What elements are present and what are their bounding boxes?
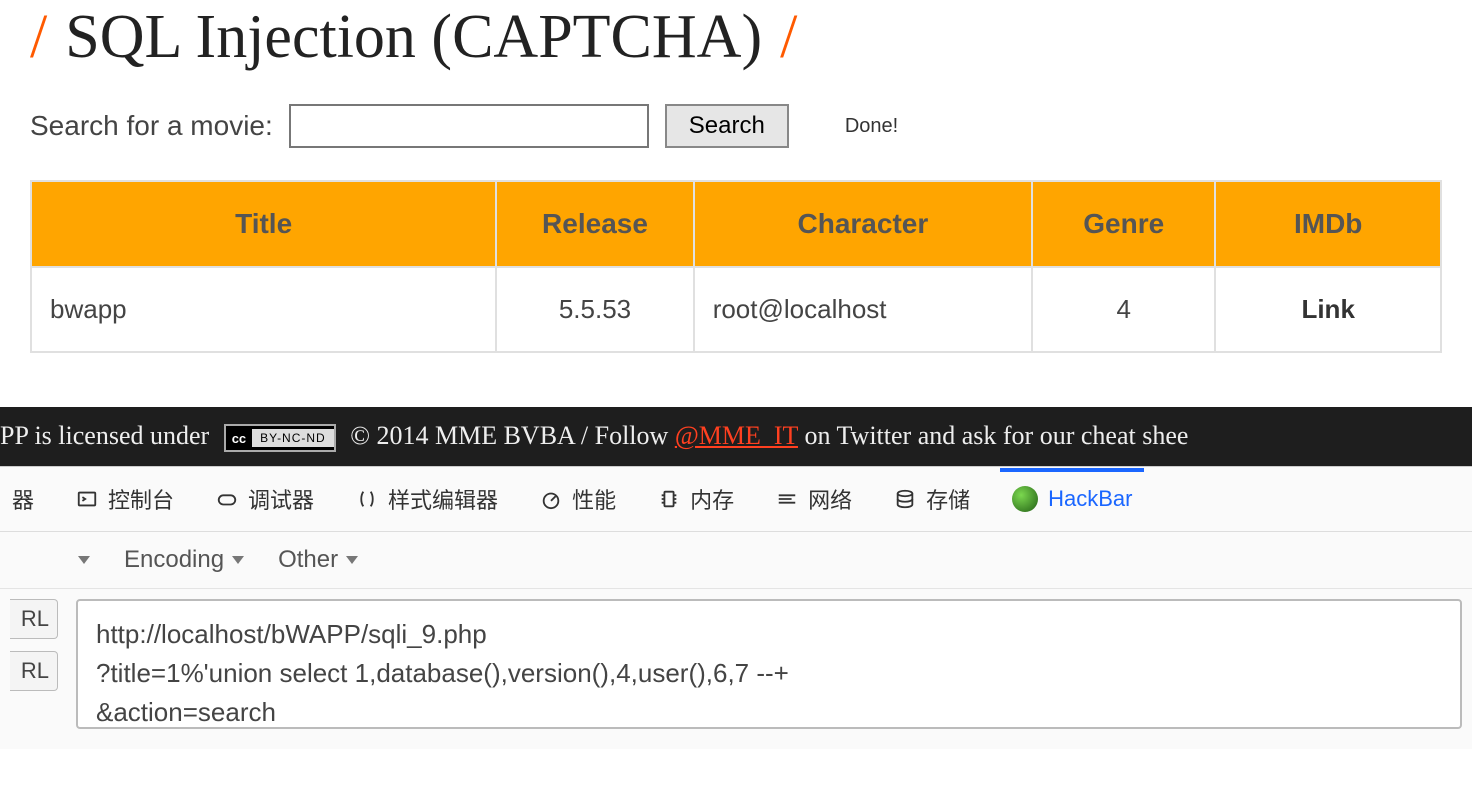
devtools-tabs: 器 控制台 调试器 样式编辑器 性能 内存 网络 存储 [0, 467, 1472, 532]
tab-debugger-label: 调试器 [248, 483, 314, 515]
tab-style-editor-label: 样式编辑器 [388, 483, 498, 515]
col-imdb: IMDb [1215, 181, 1441, 267]
cell-title: bwapp [31, 267, 496, 352]
title-slash-right: / [780, 6, 797, 68]
hackbar-subbar: Encoding Other [0, 532, 1472, 589]
network-icon [776, 488, 798, 510]
tab-inspector-label: 器 [12, 483, 34, 515]
tab-performance[interactable]: 性能 [534, 477, 622, 521]
tab-hackbar-label: HackBar [1048, 486, 1132, 512]
tab-hackbar[interactable]: HackBar [1006, 480, 1138, 518]
url-side-buttons: RL RL [10, 599, 58, 729]
dropdown-other[interactable]: Other [278, 546, 358, 574]
hackbar-icon [1012, 486, 1038, 512]
status-text: Done! [845, 115, 898, 138]
cell-character: root@localhost [694, 267, 1032, 352]
url-button-2[interactable]: RL [10, 651, 58, 691]
tab-inspector-frag[interactable]: 器 [6, 477, 40, 521]
col-title: Title [31, 181, 496, 267]
footer-suffix: on Twitter and ask for our cheat shee [804, 421, 1188, 450]
dropdown-first-frag[interactable] [70, 556, 90, 564]
url-textarea[interactable] [76, 599, 1462, 729]
tab-debugger[interactable]: 调试器 [210, 477, 320, 521]
console-icon [76, 488, 98, 510]
table-row: bwapp 5.5.53 root@localhost 4 Link [31, 267, 1441, 352]
search-label: Search for a movie: [30, 110, 273, 142]
table-header-row: Title Release Character Genre IMDb [31, 181, 1441, 267]
results-table: Title Release Character Genre IMDb bwapp… [30, 180, 1442, 353]
page-title: SQL Injection (CAPTCHA) [65, 0, 762, 74]
footer-prefix: PP is licensed under [0, 421, 209, 450]
url-button-1[interactable]: RL [10, 599, 58, 639]
tab-storage-label: 存储 [926, 483, 970, 515]
search-input[interactable] [289, 104, 649, 148]
footer-twitter-handle[interactable]: @MME_IT [675, 421, 798, 450]
devtools-panel: 器 控制台 调试器 样式编辑器 性能 内存 网络 存储 [0, 466, 1472, 749]
dropdown-other-label: Other [278, 546, 338, 574]
style-editor-icon [356, 488, 378, 510]
tab-storage[interactable]: 存储 [888, 477, 976, 521]
search-button[interactable]: Search [665, 104, 789, 148]
title-slash-left: / [30, 6, 47, 68]
tab-memory[interactable]: 内存 [652, 477, 740, 521]
memory-icon [658, 488, 680, 510]
performance-icon [540, 488, 562, 510]
tab-console[interactable]: 控制台 [70, 477, 180, 521]
caret-icon [232, 556, 244, 564]
tab-network[interactable]: 网络 [770, 477, 858, 521]
tab-console-label: 控制台 [108, 483, 174, 515]
cell-imdb-link[interactable]: Link [1215, 267, 1441, 352]
dropdown-encoding-label: Encoding [124, 546, 224, 574]
cc-badge: cc BY-NC-ND [224, 424, 336, 452]
cell-genre: 4 [1032, 267, 1215, 352]
cc-badge-right: BY-NC-ND [252, 429, 334, 447]
tab-performance-label: 性能 [572, 483, 616, 515]
footer-bar: PP is licensed under cc BY-NC-ND © 2014 … [0, 407, 1472, 466]
col-genre: Genre [1032, 181, 1215, 267]
tab-memory-label: 内存 [690, 483, 734, 515]
dropdown-encoding[interactable]: Encoding [124, 546, 244, 574]
cell-release: 5.5.53 [496, 267, 693, 352]
caret-icon [78, 556, 90, 564]
debugger-icon [216, 488, 238, 510]
footer-mid: © 2014 MME BVBA / Follow [350, 421, 668, 450]
storage-icon [894, 488, 916, 510]
caret-icon [346, 556, 358, 564]
tab-style-editor[interactable]: 样式编辑器 [350, 477, 504, 521]
cc-badge-left: cc [226, 429, 252, 448]
col-character: Character [694, 181, 1032, 267]
tab-network-label: 网络 [808, 483, 852, 515]
col-release: Release [496, 181, 693, 267]
